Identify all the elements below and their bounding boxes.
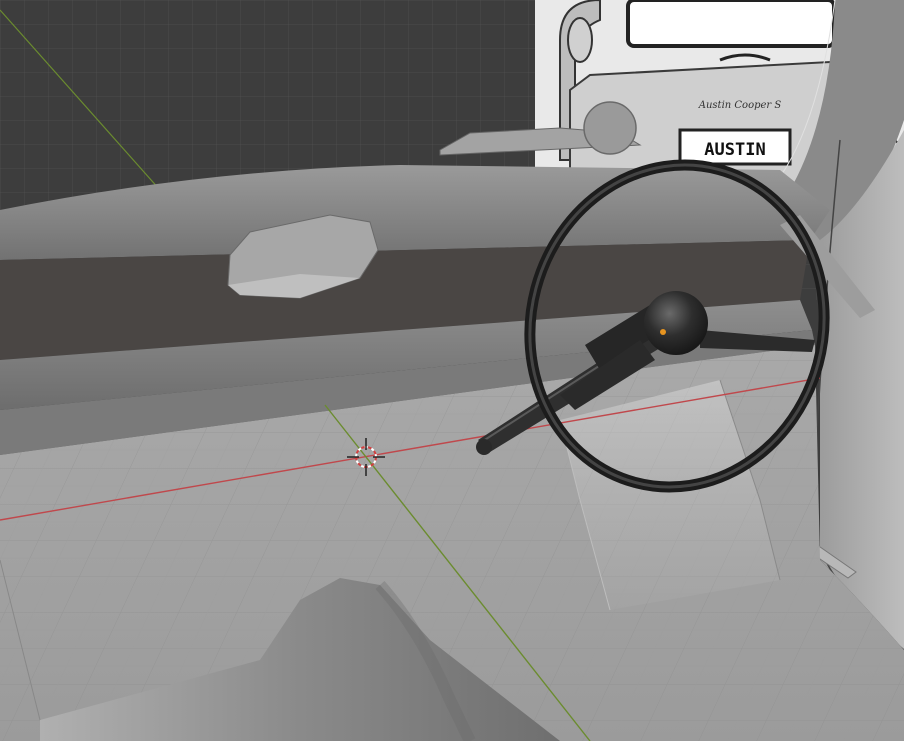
3d-viewport[interactable]: AUSTIN Austin Cooper S xyxy=(0,0,904,741)
object-origin xyxy=(660,329,666,335)
mirror[interactable] xyxy=(583,101,637,155)
viewport-canvas[interactable]: AUSTIN Austin Cooper S xyxy=(0,0,904,741)
horn-button[interactable] xyxy=(644,291,708,355)
script-badge: Austin Cooper S xyxy=(698,100,782,111)
plate-text: AUSTIN xyxy=(704,140,765,160)
